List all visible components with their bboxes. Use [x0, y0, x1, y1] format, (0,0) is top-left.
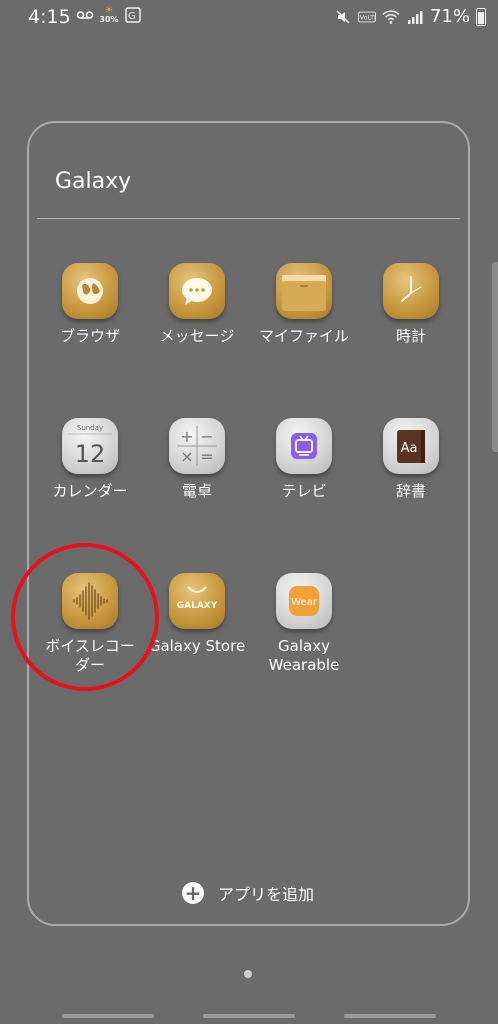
weather-icon: ☀ 30% [99, 5, 119, 25]
folder-divider [37, 218, 460, 219]
galaxy-store-badge: GALAXY [177, 601, 218, 611]
add-apps-label: アプリを追加 [218, 885, 315, 904]
tv-icon [276, 418, 332, 474]
clock-icon [383, 263, 439, 319]
svg-text:+: + [180, 427, 193, 446]
svg-text:−: − [200, 427, 213, 446]
app-folder: Galaxy ブラウザ メッセージ マイファイル 時計 Sunday 12 カレ… [27, 121, 470, 926]
signal-icon [406, 8, 424, 26]
message-bubble-icon [169, 263, 225, 319]
app-label: 辞書 [395, 482, 426, 500]
app-label: Galaxy Store [148, 637, 246, 655]
nav-bar-center[interactable] [203, 1014, 295, 1018]
status-time: 4:15 [28, 6, 71, 28]
calendar-date: 12 [75, 440, 106, 468]
app-messages[interactable]: メッセージ [142, 263, 252, 346]
calendar-day-name: Sunday [77, 424, 103, 432]
calendar-icon: Sunday 12 [62, 418, 118, 474]
translate-icon: G [124, 6, 142, 24]
nav-bar-right[interactable] [344, 1014, 436, 1018]
edge-panel-handle[interactable] [492, 262, 498, 452]
app-label: カレンダー [52, 482, 128, 500]
wear-icon: Wear [276, 573, 332, 629]
battery-percent: 71% [429, 6, 470, 27]
folder-icon [276, 263, 332, 319]
add-apps-button[interactable]: + アプリを追加 [182, 881, 314, 905]
app-calendar[interactable]: Sunday 12 カレンダー [35, 418, 145, 501]
weather-temp: 30% [99, 15, 119, 24]
status-bar: 4:15 ☀ 30% G VoLTE 71% [0, 0, 498, 34]
nav-bar-left[interactable] [62, 1014, 154, 1018]
app-label-line: Galaxy [278, 637, 330, 655]
svg-text:=: = [200, 447, 213, 466]
app-label: メッセージ [159, 327, 235, 345]
svg-text:G: G [128, 11, 136, 22]
app-label: Galaxy Wearable [249, 637, 359, 675]
app-galaxy-wearable[interactable]: Wear Galaxy Wearable [249, 573, 359, 675]
app-label: テレビ [281, 482, 327, 500]
app-calculator[interactable]: + − × = 電卓 [142, 418, 252, 501]
app-clock[interactable]: 時計 [356, 263, 466, 346]
svg-text:×: × [180, 447, 193, 466]
wear-badge: Wear [291, 597, 318, 608]
browser-globe-icon [62, 263, 118, 319]
folder-title[interactable]: Galaxy [55, 169, 131, 194]
app-label: 電卓 [181, 482, 212, 500]
plus-icon: + [182, 882, 204, 904]
volte-icon: VoLTE [357, 8, 376, 26]
app-tv[interactable]: テレビ [249, 418, 359, 501]
wifi-icon [382, 8, 400, 26]
galaxy-store-bag-icon: GALAXY [169, 573, 225, 629]
app-label: マイファイル [258, 327, 349, 345]
dictionary-icon: Aa [383, 418, 439, 474]
calculator-icon: + − × = [169, 418, 225, 474]
app-my-files[interactable]: マイファイル [249, 263, 359, 346]
app-label: ブラウザ [59, 327, 120, 345]
mute-icon [334, 8, 352, 26]
highlight-circle [11, 543, 159, 691]
page-indicator-dot [244, 970, 252, 978]
app-dictionary[interactable]: Aa 辞書 [356, 418, 466, 501]
voicemail-icon [76, 6, 94, 24]
app-browser[interactable]: ブラウザ [35, 263, 145, 346]
app-label-line: Wearable [268, 656, 340, 674]
app-label: 時計 [395, 327, 426, 345]
svg-text:VoLTE: VoLTE [360, 14, 376, 21]
dictionary-glyph: Aa [401, 441, 418, 456]
battery-icon [476, 7, 486, 26]
